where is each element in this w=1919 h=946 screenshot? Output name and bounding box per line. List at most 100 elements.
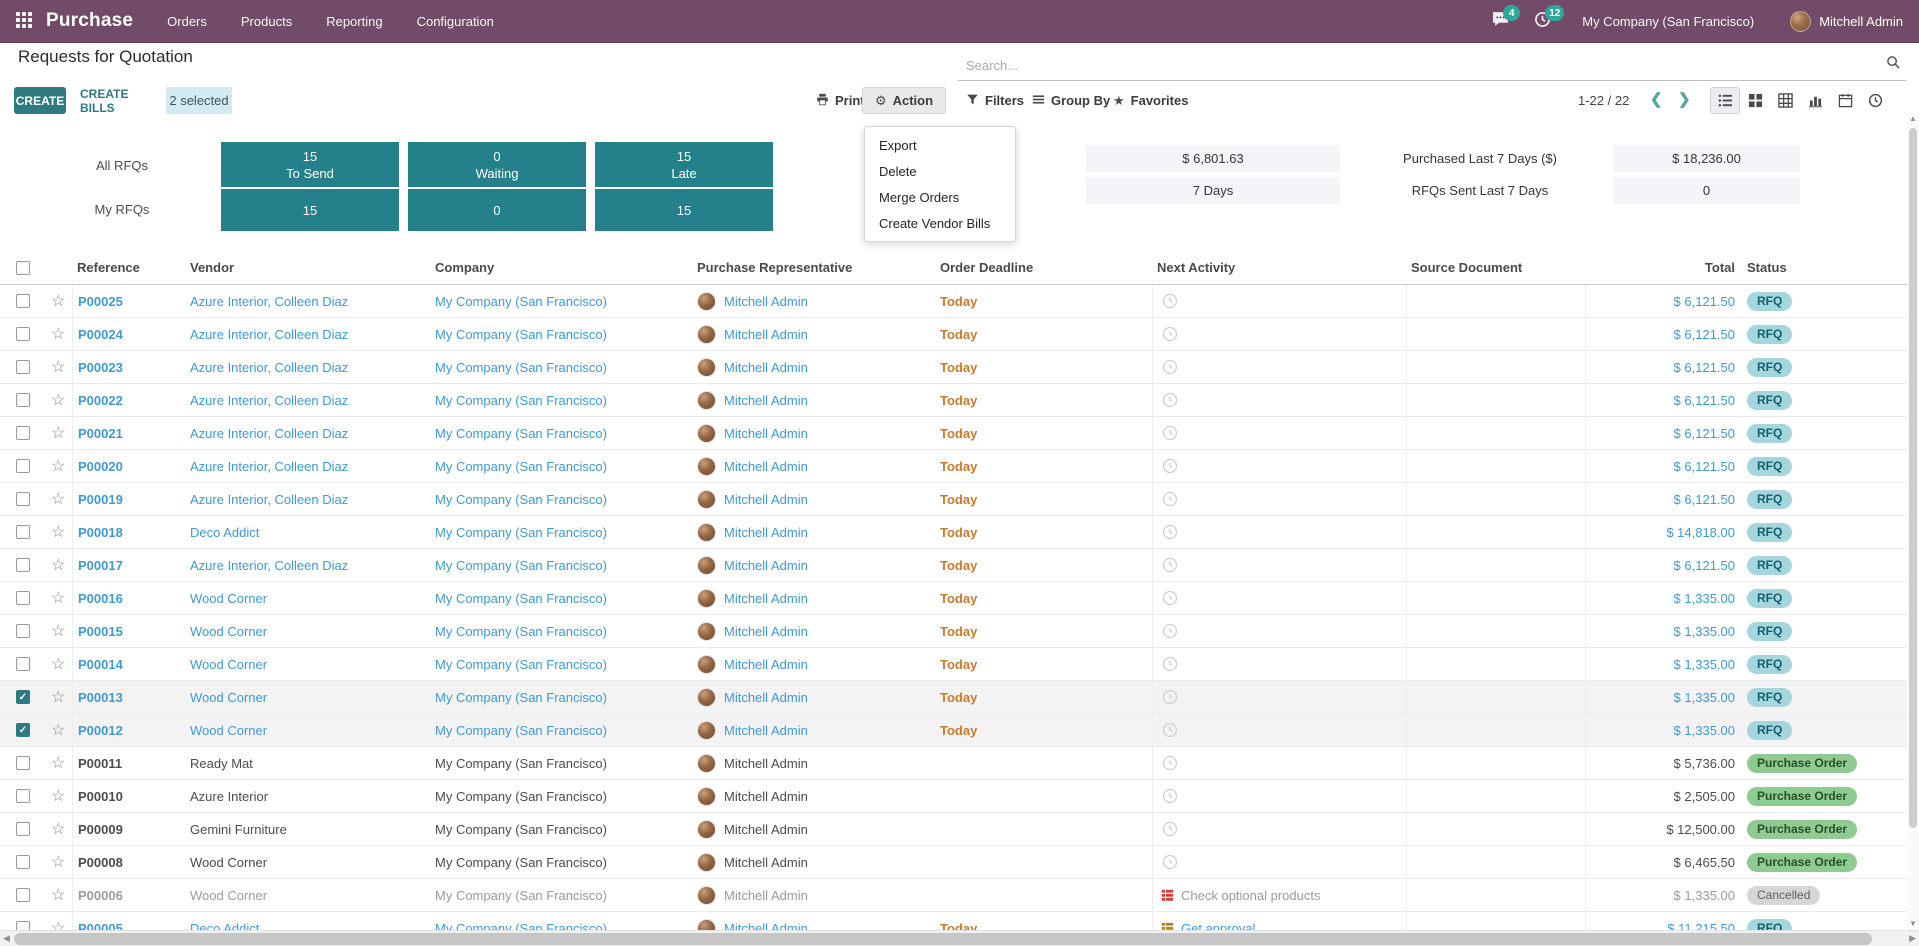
company-switcher[interactable]: My Company (San Francisco) bbox=[1582, 14, 1754, 29]
no-activity-clock-icon[interactable] bbox=[1162, 326, 1178, 342]
favorite-star-icon[interactable]: ☆ bbox=[51, 588, 65, 608]
pager-previous-icon[interactable]: ❮ bbox=[1641, 90, 1672, 108]
column-header-vendor[interactable]: Vendor bbox=[185, 251, 430, 284]
table-row[interactable]: ☆ P00006 Wood Corner My Company (San Franci… bbox=[0, 879, 1919, 912]
favorite-star-icon[interactable]: ☆ bbox=[51, 291, 65, 311]
favorite-star-icon[interactable]: ☆ bbox=[51, 720, 65, 740]
no-activity-clock-icon[interactable] bbox=[1162, 821, 1178, 837]
scroll-left-icon[interactable]: ◀ bbox=[3, 933, 10, 944]
table-row[interactable]: ☆ P00022 Azure Interior, Colleen Diaz My Co… bbox=[0, 384, 1919, 417]
reference-link[interactable]: P00016 bbox=[78, 591, 123, 606]
table-row[interactable]: ☆ P00008 Wood Corner My Company (San Franci… bbox=[0, 846, 1919, 879]
table-row[interactable]: ✓ ☆ P00012 Wood Corner My Company (San Franc… bbox=[0, 714, 1919, 747]
reference-link[interactable]: P00024 bbox=[78, 327, 123, 342]
activity-type-icon[interactable] bbox=[1161, 889, 1174, 902]
row-checkbox[interactable] bbox=[16, 624, 30, 638]
no-activity-clock-icon[interactable] bbox=[1162, 755, 1178, 771]
table-row[interactable]: ☆ P00020 Azure Interior, Colleen Diaz My Co… bbox=[0, 450, 1919, 483]
kpi-rfqs-sent-last-7-days-value[interactable]: 0 bbox=[1613, 177, 1800, 204]
row-checkbox[interactable] bbox=[16, 393, 30, 407]
dashboard-box-my-late[interactable]: 15 bbox=[595, 189, 773, 231]
favorites-button[interactable]: ★ Favorites bbox=[1113, 87, 1188, 114]
kpi-avg-days-to-purchase[interactable]: 7 Days bbox=[1086, 177, 1340, 204]
favorite-star-icon[interactable]: ☆ bbox=[51, 687, 65, 707]
action-menu-item-merge-orders[interactable]: Merge Orders bbox=[865, 184, 1015, 210]
vertical-scrollbar-thumb[interactable] bbox=[1909, 128, 1917, 828]
table-row[interactable]: ☆ P00025 Azure Interior, Colleen Diaz My Co… bbox=[0, 285, 1919, 318]
vertical-scrollbar[interactable]: ▲ ▼ bbox=[1907, 112, 1919, 930]
select-all-checkbox[interactable] bbox=[16, 260, 30, 275]
favorite-star-icon[interactable]: ☆ bbox=[51, 753, 65, 773]
reference-link[interactable]: P00014 bbox=[78, 657, 123, 672]
row-checkbox[interactable] bbox=[16, 756, 30, 770]
reference-link[interactable]: P00015 bbox=[78, 624, 123, 639]
table-row[interactable]: ☆ P00019 Azure Interior, Colleen Diaz My Co… bbox=[0, 483, 1919, 516]
no-activity-clock-icon[interactable] bbox=[1162, 557, 1178, 573]
table-row[interactable]: ☆ P00010 Azure Interior My Company (San Fra… bbox=[0, 780, 1919, 813]
filters-button[interactable]: Filters bbox=[966, 87, 1024, 114]
row-checkbox[interactable] bbox=[16, 525, 30, 539]
reference-link[interactable]: P00018 bbox=[78, 525, 123, 540]
no-activity-clock-icon[interactable] bbox=[1162, 656, 1178, 672]
table-row[interactable]: ☆ P00014 Wood Corner My Company (San Franci… bbox=[0, 648, 1919, 681]
no-activity-clock-icon[interactable] bbox=[1162, 458, 1178, 474]
no-activity-clock-icon[interactable] bbox=[1162, 491, 1178, 507]
kpi-rfqs-sent-last-7-days-label[interactable]: RFQs Sent Last 7 Days bbox=[1360, 177, 1600, 204]
view-list-icon[interactable] bbox=[1710, 87, 1740, 114]
reference-link[interactable]: P00017 bbox=[78, 558, 123, 573]
row-checkbox[interactable] bbox=[16, 855, 30, 869]
reference-link[interactable]: P00023 bbox=[78, 360, 123, 375]
favorite-star-icon[interactable]: ☆ bbox=[51, 786, 65, 806]
user-menu[interactable]: Mitchell Admin bbox=[1790, 10, 1903, 32]
row-checkbox[interactable] bbox=[16, 591, 30, 605]
table-row[interactable]: ☆ P00024 Azure Interior, Colleen Diaz My Co… bbox=[0, 318, 1919, 351]
row-checkbox[interactable]: ✓ bbox=[16, 723, 30, 737]
table-row[interactable]: ☆ P00015 Wood Corner My Company (San Franci… bbox=[0, 615, 1919, 648]
no-activity-clock-icon[interactable] bbox=[1162, 689, 1178, 705]
action-button[interactable]: ⚙ Action bbox=[862, 87, 946, 114]
favorite-star-icon[interactable]: ☆ bbox=[51, 456, 65, 476]
dashboard-box-my-to-send[interactable]: 15 bbox=[221, 189, 399, 231]
view-activity-icon[interactable] bbox=[1860, 87, 1890, 114]
row-checkbox[interactable] bbox=[16, 327, 30, 341]
no-activity-clock-icon[interactable] bbox=[1162, 425, 1178, 441]
messages-icon[interactable]: 4 bbox=[1492, 5, 1521, 31]
column-header-deadline[interactable]: Order Deadline bbox=[935, 251, 1152, 284]
action-menu-item-export[interactable]: Export bbox=[865, 132, 1015, 158]
favorite-star-icon[interactable]: ☆ bbox=[51, 819, 65, 839]
column-header-source[interactable]: Source Document bbox=[1406, 251, 1585, 284]
view-calendar-icon[interactable] bbox=[1830, 87, 1860, 114]
horizontal-scrollbar[interactable]: ◀ ▶ bbox=[0, 930, 1919, 946]
activity-summary[interactable]: Check optional products bbox=[1181, 888, 1320, 903]
column-header-company[interactable]: Company bbox=[430, 251, 692, 284]
pager-next-icon[interactable]: ❯ bbox=[1669, 90, 1700, 108]
dashboard-box-waiting[interactable]: 0 Waiting bbox=[408, 142, 586, 187]
row-checkbox[interactable] bbox=[16, 558, 30, 572]
table-row[interactable]: ✓ ☆ P00013 Wood Corner My Company (San Franc… bbox=[0, 681, 1919, 714]
dashboard-box-to-send[interactable]: 15 To Send bbox=[221, 142, 399, 187]
favorite-star-icon[interactable]: ☆ bbox=[51, 522, 65, 542]
favorite-star-icon[interactable]: ☆ bbox=[51, 324, 65, 344]
kpi-avg-order-value[interactable]: $ 6,801.63 bbox=[1086, 145, 1340, 172]
dashboard-filter-my-rfqs[interactable]: My RFQs bbox=[82, 202, 162, 217]
kpi-purchased-last-7-days-value[interactable]: $ 18,236.00 bbox=[1613, 145, 1800, 172]
nav-menu-products[interactable]: Products bbox=[241, 14, 292, 29]
reference-link[interactable]: P00011 bbox=[78, 756, 122, 771]
reference-link[interactable]: P00006 bbox=[78, 888, 123, 903]
action-menu-item-create-vendor-bills[interactable]: Create Vendor Bills bbox=[865, 210, 1015, 236]
kpi-purchased-last-7-days-label[interactable]: Purchased Last 7 Days ($) bbox=[1360, 145, 1600, 172]
column-header-activity[interactable]: Next Activity bbox=[1152, 251, 1406, 284]
dashboard-box-late[interactable]: 15 Late bbox=[595, 142, 773, 187]
reference-link[interactable]: P00012 bbox=[78, 723, 123, 738]
favorite-star-icon[interactable]: ☆ bbox=[51, 852, 65, 872]
row-checkbox[interactable] bbox=[16, 657, 30, 671]
no-activity-clock-icon[interactable] bbox=[1162, 854, 1178, 870]
favorite-star-icon[interactable]: ☆ bbox=[51, 390, 65, 410]
view-kanban-icon[interactable] bbox=[1740, 87, 1770, 114]
table-row[interactable]: ☆ P00023 Azure Interior, Colleen Diaz My Co… bbox=[0, 351, 1919, 384]
column-header-total[interactable]: Total bbox=[1585, 251, 1742, 284]
table-row[interactable]: ☆ P00009 Gemini Furniture My Company (San F… bbox=[0, 813, 1919, 846]
reference-link[interactable]: P00008 bbox=[78, 855, 123, 870]
scroll-down-icon[interactable]: ▼ bbox=[1909, 919, 1917, 928]
scroll-up-icon[interactable]: ▲ bbox=[1909, 114, 1917, 123]
